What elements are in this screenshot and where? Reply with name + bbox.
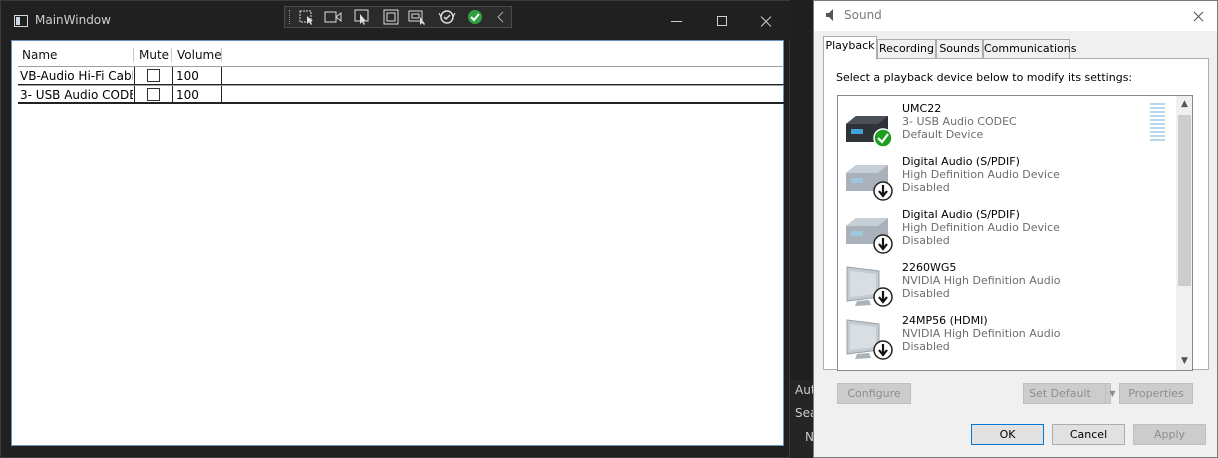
select-element-icon[interactable] [297, 9, 317, 25]
minimize-button[interactable] [653, 7, 699, 35]
device-list-scrollbar[interactable]: ▲ ▼ [1176, 96, 1192, 370]
volume-meter [1150, 103, 1165, 143]
device-name: UMC22 [902, 102, 942, 115]
list-item[interactable]: Digital Audio (S/PDIF) High Definition A… [838, 202, 1148, 255]
bounds-icon[interactable] [381, 9, 401, 25]
device-status: Disabled [902, 181, 950, 194]
desktop: MainWindow Name Mute Volume VB-Audio Hi-… [0, 0, 1218, 458]
ok-button[interactable]: OK [971, 424, 1044, 445]
device-name: Digital Audio (S/PDIF) [902, 208, 1020, 221]
device-description: High Definition Audio Device [902, 221, 1060, 234]
list-item[interactable]: UMC22 3- USB Audio CODEC Default Device [838, 96, 1165, 149]
device-name-cell: 3- USB Audio CODEC [20, 88, 133, 102]
mute-checkbox[interactable] [147, 69, 160, 82]
apply-button[interactable]: Apply [1133, 424, 1206, 445]
mute-cell [134, 86, 172, 104]
maximize-button[interactable] [699, 7, 745, 35]
mute-cell [134, 67, 172, 85]
spdif-device-icon [846, 218, 893, 254]
set-default-button[interactable]: Set Default ▼ [1023, 383, 1116, 404]
playback-instruction: Select a playback device below to modify… [836, 71, 1133, 84]
mute-checkbox[interactable] [147, 88, 160, 101]
set-default-dropdown-icon[interactable]: ▼ [1105, 384, 1119, 403]
device-name: 24MP56 (HDMI) [902, 314, 988, 327]
hot-reload-icon[interactable] [437, 9, 457, 25]
column-separator[interactable] [171, 48, 172, 62]
sound-dialog-titlebar[interactable]: Sound [814, 1, 1217, 31]
green-check-badge-icon [873, 128, 893, 148]
list-item[interactable]: Digital Audio (S/PDIF) High Definition A… [838, 149, 1148, 202]
properties-button[interactable]: Properties [1119, 383, 1193, 404]
device-description: NVIDIA High Definition Audio [902, 274, 1061, 287]
device-name-cell: VB-Audio Hi-Fi Cable [20, 69, 133, 83]
device-description: NVIDIA High Definition Audio [902, 327, 1061, 340]
main-window-title: MainWindow [35, 13, 111, 27]
app-window-icon [14, 15, 28, 27]
column-header-mute[interactable]: Mute [135, 44, 171, 66]
main-window: MainWindow Name Mute Volume VB-Audio Hi-… [0, 0, 791, 458]
device-status: Disabled [902, 234, 950, 247]
tab-recording[interactable]: Recording [877, 39, 936, 58]
list-item[interactable]: 2260WG5 NVIDIA High Definition Audio Dis… [838, 255, 1148, 308]
maximize-icon [717, 16, 727, 26]
grid-header: Name Mute Volume [18, 44, 784, 66]
device-status: Default Device [902, 128, 984, 141]
cancel-button[interactable]: Cancel [1052, 424, 1125, 445]
device-status: Disabled [902, 287, 950, 300]
monitor-device-icon [846, 319, 893, 360]
tab-communications[interactable]: Communications [983, 39, 1076, 58]
toolbar-grip[interactable] [289, 10, 292, 24]
main-window-client-area: Name Mute Volume VB-Audio Hi-Fi Cable 10… [11, 40, 784, 446]
speaker-icon [826, 9, 833, 21]
device-description: 3- USB Audio CODEC [902, 115, 1017, 128]
device-description: High Definition Audio Device [902, 168, 1060, 181]
tab-playback[interactable]: Playback [823, 36, 877, 60]
playback-tab-pane: Select a playback device below to modify… [823, 58, 1209, 371]
column-separator[interactable] [133, 48, 134, 62]
list-item[interactable]: 24MP56 (HDMI) NVIDIA High Definition Aud… [838, 308, 1148, 361]
usb-audio-device-icon [846, 116, 893, 148]
debug-toolbar [284, 6, 512, 28]
collapse-chevron-icon[interactable] [491, 9, 511, 25]
table-row[interactable]: 3- USB Audio CODEC 100 [18, 85, 784, 104]
spdif-device-icon [846, 165, 893, 201]
scroll-down-icon[interactable]: ▼ [1179, 355, 1190, 367]
table-row[interactable]: VB-Audio Hi-Fi Cable 100 [18, 66, 784, 85]
column-header-name[interactable]: Name [18, 44, 134, 66]
main-window-titlebar[interactable]: MainWindow [1, 1, 791, 41]
sound-close-button[interactable] [1186, 6, 1210, 26]
sound-dialog-title: Sound [844, 8, 882, 22]
scrollbar-thumb[interactable] [1178, 115, 1191, 286]
set-default-label: Set Default [1029, 387, 1091, 400]
sound-dialog: Sound Playback Recording Sounds Communic… [813, 0, 1218, 458]
video-icon[interactable] [323, 9, 343, 25]
configure-button[interactable]: Configure [837, 383, 911, 404]
device-name: 2260WG5 [902, 261, 957, 274]
audio-device-grid: Name Mute Volume VB-Audio Hi-Fi Cable 10… [18, 44, 784, 104]
column-separator[interactable] [221, 48, 222, 62]
monitor-device-icon [846, 266, 893, 307]
volume-cell[interactable]: 100 [172, 86, 222, 104]
close-button[interactable] [743, 7, 789, 35]
device-status: Disabled [902, 340, 950, 353]
volume-cell[interactable]: 100 [172, 67, 222, 85]
playback-device-list: UMC22 3- USB Audio CODEC Default Device [837, 95, 1193, 371]
tab-sounds[interactable]: Sounds [936, 39, 983, 58]
device-name: Digital Audio (S/PDIF) [902, 155, 1020, 168]
scroll-up-icon[interactable]: ▲ [1179, 98, 1190, 110]
pointer-icon[interactable] [353, 9, 373, 25]
checkmark-icon[interactable] [465, 9, 485, 25]
column-header-volume[interactable]: Volume [173, 44, 223, 66]
minimize-icon [671, 21, 682, 22]
track-focus-icon[interactable] [407, 9, 427, 25]
